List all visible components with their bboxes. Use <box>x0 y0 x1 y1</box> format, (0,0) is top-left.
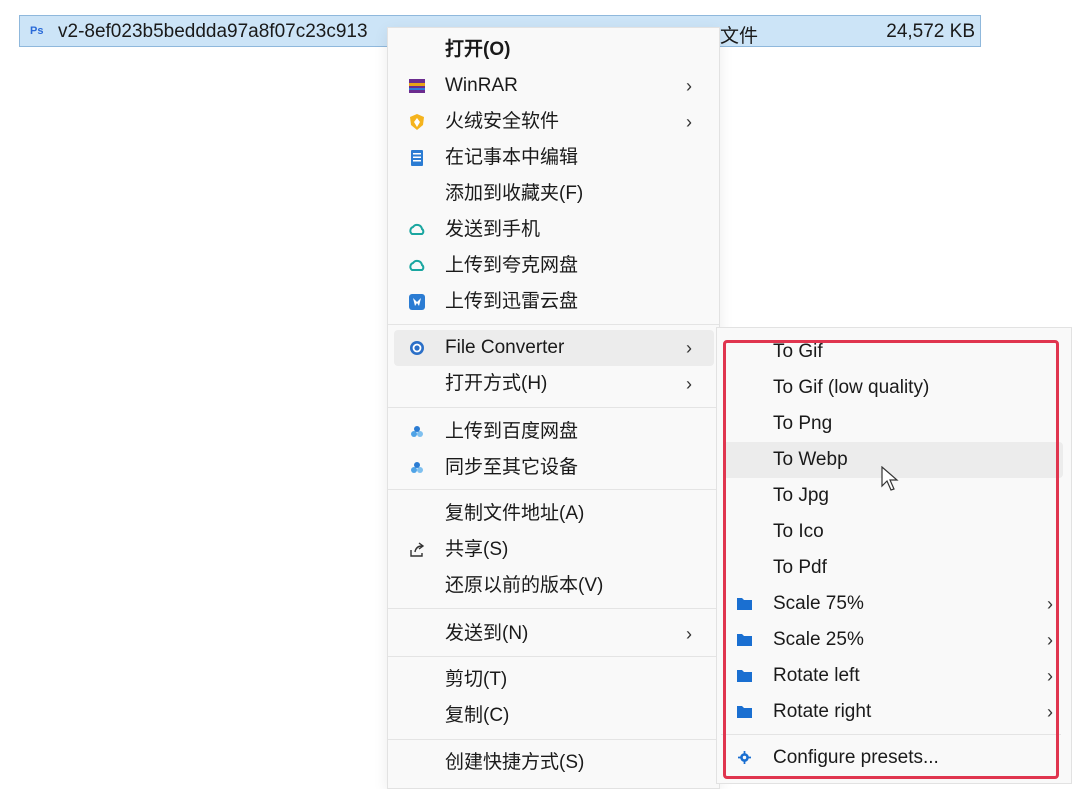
menu-item-add-favorites[interactable]: 添加到收藏夹(F) <box>394 176 714 212</box>
menu-item-label: 打开方式(H) <box>445 373 548 394</box>
submenu-item-label: To Jpg <box>773 485 829 506</box>
submenu-item-scale-75[interactable]: Scale 75% › <box>723 586 1063 622</box>
menu-item-label: 还原以前的版本(V) <box>445 575 604 596</box>
menu-item-upload-xunlei[interactable]: 上传到迅雷云盘 <box>394 284 714 320</box>
menu-item-label: 添加到收藏夹(F) <box>445 183 584 204</box>
menu-separator <box>388 608 719 609</box>
file-name: v2-8ef023b5beddda97a8f07c23c913 <box>58 21 368 42</box>
chevron-right-icon: › <box>1047 594 1053 614</box>
menu-item-label: 发送到(N) <box>445 623 529 644</box>
menu-item-label: 创建快捷方式(S) <box>445 752 585 773</box>
file-converter-submenu: To Gif To Gif (low quality) To Png To We… <box>716 327 1072 784</box>
menu-item-cut[interactable]: 剪切(T) <box>394 662 714 698</box>
menu-separator <box>388 407 719 408</box>
menu-item-winrar[interactable]: WinRAR › <box>394 68 714 104</box>
file-converter-icon <box>410 341 424 355</box>
menu-item-open-with[interactable]: 打开方式(H) › <box>394 366 714 402</box>
folder-icon <box>737 706 752 718</box>
menu-item-sync-devices[interactable]: 同步至其它设备 <box>394 450 714 486</box>
submenu-item-to-gif-low[interactable]: To Gif (low quality) <box>723 370 1063 406</box>
chevron-right-icon: › <box>1047 702 1053 722</box>
menu-item-send-to-phone[interactable]: 发送到手机 <box>394 212 714 248</box>
menu-item-copy[interactable]: 复制(C) <box>394 698 714 734</box>
folder-icon <box>737 598 752 610</box>
menu-item-open[interactable]: 打开(O) <box>394 32 714 68</box>
submenu-item-label: To Webp <box>773 449 848 470</box>
menu-item-label: 打开(O) <box>445 39 511 60</box>
menu-item-label: 火绒安全软件 <box>445 111 560 132</box>
submenu-item-configure-presets[interactable]: Configure presets... <box>723 740 1063 776</box>
menu-item-label: 复制文件地址(A) <box>445 503 585 524</box>
menu-item-label: 上传到百度网盘 <box>445 421 579 442</box>
chevron-right-icon: › <box>1047 630 1053 650</box>
xunlei-icon <box>409 294 425 310</box>
menu-item-label: File Converter <box>445 337 565 358</box>
menu-item-label: 复制(C) <box>445 705 510 726</box>
chevron-right-icon: › <box>686 338 692 358</box>
submenu-item-scale-25[interactable]: Scale 25% › <box>723 622 1063 658</box>
huorong-icon <box>410 114 424 130</box>
menu-item-label: 发送到手机 <box>445 219 541 240</box>
context-menu: 打开(O) WinRAR › 火绒安全软件 › 在记事本中编辑 添加到收藏夹(F… <box>387 27 720 789</box>
chevron-right-icon: › <box>686 112 692 132</box>
menu-item-label: 上传到夸克网盘 <box>445 255 579 276</box>
submenu-item-rotate-left[interactable]: Rotate left › <box>723 658 1063 694</box>
notepad-icon <box>411 150 423 166</box>
menu-item-label: 上传到迅雷云盘 <box>445 291 579 312</box>
submenu-item-to-gif[interactable]: To Gif <box>723 334 1063 370</box>
chevron-right-icon: › <box>1047 666 1053 686</box>
chevron-right-icon: › <box>686 624 692 644</box>
menu-item-restore-versions[interactable]: 还原以前的版本(V) <box>394 568 714 604</box>
submenu-item-label: Configure presets... <box>773 747 939 768</box>
submenu-item-label: To Ico <box>773 521 824 542</box>
file-size: 24,572 KB <box>886 21 975 42</box>
file-type: 文件 <box>720 26 759 47</box>
menu-item-label: WinRAR <box>445 75 518 96</box>
submenu-item-label: Scale 75% <box>773 593 864 614</box>
submenu-item-label: Rotate right <box>773 701 872 722</box>
mouse-cursor-icon <box>881 466 899 491</box>
menu-item-label: 同步至其它设备 <box>445 457 579 478</box>
menu-separator <box>388 656 719 657</box>
chevron-right-icon: › <box>686 76 692 96</box>
submenu-item-label: To Gif (low quality) <box>773 377 930 398</box>
menu-item-create-shortcut[interactable]: 创建快捷方式(S) <box>394 745 714 781</box>
submenu-item-label: To Gif <box>773 341 823 362</box>
menu-item-upload-baidu[interactable]: 上传到百度网盘 <box>394 414 714 450</box>
chevron-right-icon: › <box>686 374 692 394</box>
baidu-cloud-icon <box>411 462 423 473</box>
menu-separator <box>388 489 719 490</box>
quark-cloud-icon <box>409 223 425 235</box>
gear-icon <box>738 751 751 764</box>
submenu-item-to-ico[interactable]: To Ico <box>723 514 1063 550</box>
menu-item-edit-notepad[interactable]: 在记事本中编辑 <box>394 140 714 176</box>
submenu-item-label: To Png <box>773 413 833 434</box>
menu-item-copy-path[interactable]: 复制文件地址(A) <box>394 496 714 532</box>
submenu-item-rotate-right[interactable]: Rotate right › <box>723 694 1063 730</box>
menu-item-send-to[interactable]: 发送到(N) › <box>394 616 714 652</box>
submenu-item-label: Rotate left <box>773 665 860 686</box>
menu-item-share[interactable]: 共享(S) <box>394 532 714 568</box>
share-icon <box>410 542 425 557</box>
menu-item-label: 剪切(T) <box>445 669 508 690</box>
submenu-item-label: Scale 25% <box>773 629 864 650</box>
submenu-item-to-pdf[interactable]: To Pdf <box>723 550 1063 586</box>
menu-item-file-converter[interactable]: File Converter › <box>394 330 714 366</box>
menu-item-label: 共享(S) <box>445 539 509 560</box>
baidu-cloud-icon <box>411 426 423 437</box>
ps-file-icon: Ps <box>30 25 44 37</box>
folder-icon <box>737 634 752 646</box>
submenu-separator <box>721 734 1061 735</box>
submenu-item-label: To Pdf <box>773 557 827 578</box>
menu-item-label: 在记事本中编辑 <box>445 147 579 168</box>
quark-cloud-icon <box>409 259 425 271</box>
folder-icon <box>737 670 752 682</box>
menu-separator <box>388 324 719 325</box>
menu-separator <box>388 739 719 740</box>
menu-item-huorong[interactable]: 火绒安全软件 › <box>394 104 714 140</box>
winrar-icon <box>409 79 425 93</box>
menu-item-upload-quark[interactable]: 上传到夸克网盘 <box>394 248 714 284</box>
submenu-item-to-png[interactable]: To Png <box>723 406 1063 442</box>
